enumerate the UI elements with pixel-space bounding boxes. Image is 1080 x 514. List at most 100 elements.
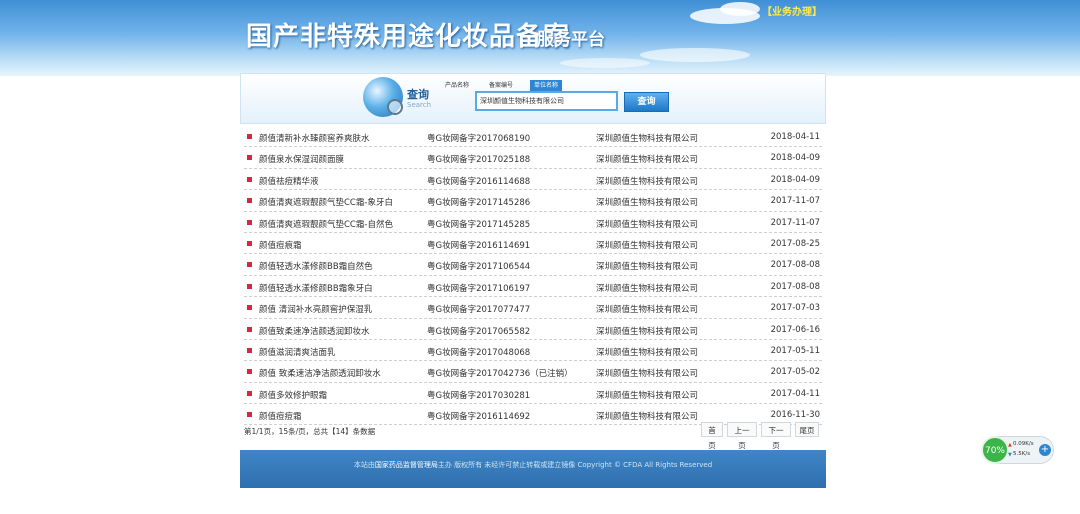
page-subtitle: 服务平台 bbox=[537, 30, 605, 50]
product-name-link[interactable]: 颜值轻透水漾修颜BB霜自然色 bbox=[259, 260, 373, 272]
product-name-link[interactable]: 颜值祛痘精华液 bbox=[259, 175, 319, 187]
footer-copyright: 主办 版权所有 未经许可禁止转载或建立镜像 Copyright © CFDA A… bbox=[437, 461, 713, 469]
company-name: 深圳颜值生物科技有限公司 bbox=[596, 155, 699, 166]
bullet-icon bbox=[247, 176, 252, 182]
network-speed-widget[interactable]: 70% ▲ 0.09K/s ▼ 5.5K/s + bbox=[981, 436, 1054, 464]
footer-prefix: 本站由 bbox=[353, 461, 375, 469]
table-row[interactable]: 颜值痘痕霜 粤G妆网备字2016114691 深圳颜值生物科技有限公司 2017-08… bbox=[244, 233, 822, 255]
registration-number: 粤G妆网备字2017025188 bbox=[427, 155, 531, 166]
table-row[interactable]: 颜值致柔速净洁颜透润卸妆水 粤G妆网备字2017065582 深圳颜值生物科技有限公… bbox=[244, 319, 822, 340]
tab-company-name[interactable]: 单位名称 bbox=[530, 80, 563, 91]
record-date: 2018-04-09 bbox=[770, 153, 820, 164]
bullet-icon bbox=[247, 198, 252, 204]
bullet-icon bbox=[247, 412, 252, 418]
pager-info: 第1/1页，15条/页，总共【14】条数据 bbox=[244, 427, 376, 436]
cloud-decoration bbox=[720, 2, 760, 16]
company-name: 深圳颜值生物科技有限公司 bbox=[596, 198, 699, 209]
service-link[interactable]: 【业务办理】 bbox=[762, 3, 822, 18]
bullet-icon bbox=[247, 219, 252, 225]
table-row[interactable]: 颜值清新补水臻颜窖养爽肤水 粤G妆网备字2017068190 深圳颜值生物科技有限公… bbox=[244, 126, 822, 148]
registration-number: 粤G妆网备字2017145285 bbox=[427, 219, 531, 230]
product-name-link[interactable]: 颜值清新补水臻颜窖养爽肤水 bbox=[259, 132, 370, 144]
product-name-link[interactable]: 颜值清爽遮瑕靓颜气垫CC霜-象牙白 bbox=[259, 196, 393, 208]
company-name: 深圳颜值生物科技有限公司 bbox=[596, 390, 699, 401]
search-button[interactable]: 查询 bbox=[624, 92, 669, 112]
registration-number: 粤G妆网备字2017077477 bbox=[427, 305, 531, 316]
table-row[interactable]: 颜值轻透水漾修颜BB霜自然色 粤G妆网备字2017106544 深圳颜值生物科技有限… bbox=[244, 254, 822, 276]
registration-number: 粤G妆网备字2016114688 bbox=[427, 176, 531, 187]
company-name: 深圳颜值生物科技有限公司 bbox=[596, 134, 699, 144]
record-date: 2018-04-09 bbox=[770, 174, 820, 185]
prev-page-button[interactable]: 上一页 bbox=[727, 422, 757, 450]
upload-speed: 0.09K/s bbox=[1013, 441, 1034, 447]
registration-number: 粤G妆网备字2017145286 bbox=[427, 198, 531, 209]
record-date: 2017-06-16 bbox=[770, 324, 820, 335]
record-date: 2017-11-07 bbox=[770, 196, 820, 207]
product-name-link[interactable]: 颜值泉水保湿润颜面膜 bbox=[259, 153, 344, 165]
company-name: 深圳颜值生物科技有限公司 bbox=[596, 262, 699, 273]
product-name-link[interactable]: 颜值多效修护眼霜 bbox=[259, 389, 327, 401]
table-row[interactable]: 颜值清爽遮瑕靓颜气垫CC霜-自然色 粤G妆网备字2017145285 深圳颜值生物科… bbox=[244, 212, 822, 233]
record-date: 2017-08-25 bbox=[770, 238, 820, 249]
bullet-icon bbox=[247, 390, 252, 396]
registration-number: 粤G妆网备字2017042736（已注销） bbox=[427, 369, 573, 380]
product-name-link[interactable]: 颜值痘痕霜 bbox=[259, 239, 302, 251]
record-date: 2017-07-03 bbox=[770, 303, 820, 314]
bullet-icon bbox=[247, 283, 252, 289]
footer-org-link[interactable]: 国家药品监督管理局 bbox=[375, 461, 438, 469]
company-name: 深圳颜值生物科技有限公司 bbox=[596, 176, 699, 187]
product-name-link[interactable]: 颜值痘痘霜 bbox=[259, 410, 302, 422]
registration-number: 粤G妆网备字2017048068 bbox=[427, 347, 531, 358]
registration-number: 粤G妆网备字2017106544 bbox=[427, 262, 531, 273]
header-banner: 国产非特殊用途化妆品备案 服务平台 【业务办理】 bbox=[0, 0, 1080, 76]
product-name-link[interactable]: 颜值致柔速净洁颜透润卸妆水 bbox=[259, 325, 370, 337]
company-name: 深圳颜值生物科技有限公司 bbox=[596, 369, 699, 380]
record-date: 2017-05-02 bbox=[770, 367, 820, 378]
registration-number: 粤G妆网备字2017065582 bbox=[427, 326, 531, 337]
cloud-decoration bbox=[640, 48, 750, 62]
bullet-icon bbox=[247, 347, 252, 353]
company-name: 深圳颜值生物科技有限公司 bbox=[596, 326, 699, 337]
table-row[interactable]: 颜值轻透水漾修颜BB霜象牙白 粤G妆网备字2017106197 深圳颜值生物科技有限… bbox=[244, 276, 822, 298]
record-date: 2016-11-30 bbox=[770, 410, 820, 421]
bullet-icon bbox=[247, 305, 252, 311]
table-row[interactable]: 颜值祛痘精华液 粤G妆网备字2016114688 深圳颜值生物科技有限公司 2018-… bbox=[244, 169, 822, 191]
product-name-link[interactable]: 颜值轻透水漾修颜BB霜象牙白 bbox=[259, 282, 373, 294]
bullet-icon bbox=[247, 240, 252, 246]
company-name: 深圳颜值生物科技有限公司 bbox=[596, 283, 699, 294]
next-page-button[interactable]: 下一页 bbox=[761, 422, 791, 450]
search-label: 查询 bbox=[407, 88, 429, 101]
record-date: 2017-04-11 bbox=[770, 388, 820, 399]
plus-icon[interactable]: + bbox=[1039, 444, 1051, 456]
table-row[interactable]: 颜值多效修护眼霜 粤G妆网备字2017030281 深圳颜值生物科技有限公司 2017… bbox=[244, 383, 822, 405]
product-name-link[interactable]: 颜值滋润清爽洁面乳 bbox=[259, 346, 336, 358]
table-row[interactable]: 颜值泉水保湿润颜面膜 粤G妆网备字2017025188 深圳颜值生物科技有限公司 20… bbox=[244, 147, 822, 169]
search-label-en: Search bbox=[407, 101, 432, 109]
last-page-button[interactable]: 尾页 bbox=[795, 422, 819, 437]
table-row[interactable]: 颜值滋润清爽洁面乳 粤G妆网备字2017048068 深圳颜值生物科技有限公司 201… bbox=[244, 340, 822, 362]
record-date: 2017-11-07 bbox=[770, 217, 820, 228]
speed-percent: 70% bbox=[981, 436, 1009, 464]
bullet-icon bbox=[247, 134, 252, 139]
tab-registration-number[interactable]: 备案编号 bbox=[485, 80, 517, 91]
record-date: 2017-05-11 bbox=[770, 345, 820, 356]
table-row[interactable]: 颜值 清润补水亮颜窖护保湿乳 粤G妆网备字2017077477 深圳颜值生物科技有限… bbox=[244, 297, 822, 319]
registration-number: 粤G妆网备字2016114691 bbox=[427, 240, 531, 251]
product-name-link[interactable]: 颜值 致柔速洁净洁颜透润卸妆水 bbox=[259, 367, 381, 379]
table-row[interactable]: 颜值清爽遮瑕靓颜气垫CC霜-象牙白 粤G妆网备字2017145286 深圳颜值生物科… bbox=[244, 190, 822, 212]
registration-number: 粤G妆网备字2017030281 bbox=[427, 390, 531, 401]
company-name: 深圳颜值生物科技有限公司 bbox=[596, 412, 699, 423]
first-page-button[interactable]: 首页 bbox=[701, 422, 723, 450]
bullet-icon bbox=[247, 369, 252, 375]
product-name-link[interactable]: 颜值清爽遮瑕靓颜气垫CC霜-自然色 bbox=[259, 218, 393, 230]
tab-product-name[interactable]: 产品名称 bbox=[441, 80, 473, 91]
search-input[interactable] bbox=[475, 91, 618, 111]
upload-arrow-icon: ▲ bbox=[1008, 442, 1012, 448]
product-name-link[interactable]: 颜值 清润补水亮颜窖护保湿乳 bbox=[259, 303, 372, 315]
registration-number: 粤G妆网备字2016114692 bbox=[427, 412, 531, 423]
bullet-icon bbox=[247, 262, 252, 268]
cloud-decoration bbox=[560, 58, 650, 68]
page-title: 国产非特殊用途化妆品备案 bbox=[246, 22, 571, 52]
company-name: 深圳颜值生物科技有限公司 bbox=[596, 305, 699, 316]
table-row[interactable]: 颜值 致柔速洁净洁颜透润卸妆水 粤G妆网备字2017042736（已注销） 深圳颜值… bbox=[244, 361, 822, 383]
